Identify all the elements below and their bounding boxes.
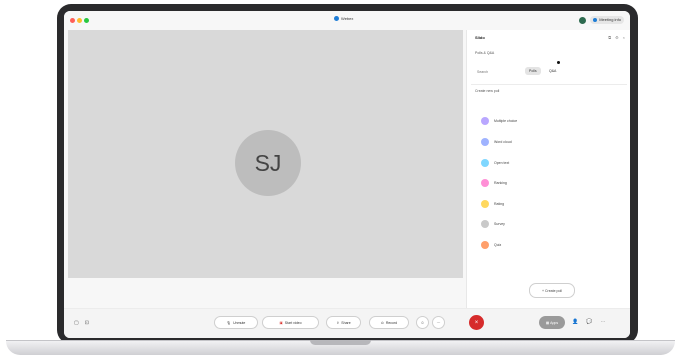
- reactions-button[interactable]: ☺: [416, 316, 429, 329]
- option-label: Open text: [494, 161, 510, 165]
- participant-initials: SJ: [254, 149, 282, 176]
- record-label: Record: [385, 320, 398, 325]
- option-label: Survey: [494, 222, 505, 226]
- option-quiz[interactable]: Quiz: [481, 241, 501, 249]
- panel-actions: ⧉ ⚙ ×: [608, 35, 625, 40]
- header-right: Meeting info: [579, 16, 624, 24]
- meeting-info-button[interactable]: Meeting info: [590, 16, 624, 24]
- create-poll-button[interactable]: + Create poll: [529, 283, 575, 298]
- cursor-indicator: [557, 61, 560, 64]
- open-text-icon: [481, 159, 489, 167]
- panel-title: Slido: [475, 35, 485, 40]
- unmute-button[interactable]: 🎙 Unmute: [214, 316, 258, 329]
- title-bar: Webex Meeting info: [64, 11, 630, 31]
- multiple-choice-icon: [481, 117, 489, 125]
- app-title: Webex: [334, 16, 353, 21]
- option-open-text[interactable]: Open text: [481, 159, 509, 167]
- record-icon: ⊙: [380, 320, 384, 325]
- tab-qna[interactable]: Q&A: [545, 67, 560, 75]
- unmute-label: Unmute: [233, 320, 246, 325]
- start-video-label: Start video: [284, 320, 302, 325]
- option-label: Ranking: [494, 181, 507, 185]
- close-window-button[interactable]: [70, 18, 75, 23]
- option-survey[interactable]: Survey: [481, 220, 505, 228]
- option-multiple-choice[interactable]: Multiple choice: [481, 117, 517, 125]
- share-label: Share: [341, 320, 351, 325]
- survey-icon: [481, 220, 489, 228]
- popout-icon[interactable]: ⧉: [608, 35, 611, 40]
- maximize-window-button[interactable]: [84, 18, 89, 23]
- toolbar-left: ▢ ⊡: [74, 320, 89, 326]
- end-call-button[interactable]: ×: [469, 315, 484, 330]
- chat-icon[interactable]: 💬: [586, 319, 592, 325]
- participant-avatar: SJ: [235, 130, 301, 196]
- webex-logo-icon: [334, 16, 339, 21]
- layout-icon[interactable]: ▢: [74, 320, 79, 326]
- share-icon: ⇪: [336, 320, 340, 325]
- share-button[interactable]: ⇪ Share: [326, 316, 361, 329]
- word-cloud-icon: [481, 138, 489, 146]
- microphone-icon: 🎙: [226, 320, 232, 325]
- settings-icon[interactable]: ⚙: [615, 35, 619, 40]
- option-label: Multiple choice: [494, 119, 518, 123]
- record-button[interactable]: ⊙ Record: [369, 316, 409, 329]
- laptop-notch: [310, 340, 371, 345]
- start-video-button[interactable]: ▣ Start video: [262, 316, 319, 329]
- option-ranking[interactable]: Ranking: [481, 179, 507, 187]
- more-options-icon[interactable]: ⋯: [600, 319, 605, 325]
- option-label: Rating: [494, 202, 505, 206]
- apps-label: Apps: [550, 320, 559, 325]
- close-icon: ×: [474, 319, 479, 326]
- panel-subtitle: Polls & Q&A: [475, 51, 495, 55]
- more-button[interactable]: ⋯: [432, 316, 445, 329]
- user-avatar-icon[interactable]: [579, 16, 587, 24]
- rating-icon: [481, 200, 489, 208]
- panel-controls: Polls Q&A: [475, 61, 623, 78]
- option-rating[interactable]: Rating: [481, 200, 504, 208]
- option-label: Word cloud: [494, 140, 512, 144]
- create-poll-label: + Create poll: [542, 288, 562, 293]
- close-panel-icon[interactable]: ×: [623, 35, 625, 40]
- search-input[interactable]: [475, 66, 524, 78]
- option-word-cloud[interactable]: Word cloud: [481, 138, 512, 146]
- quiz-icon: [481, 241, 489, 249]
- apps-icon: ▦: [545, 320, 550, 325]
- meeting-info-label: Meeting info: [599, 17, 621, 22]
- captions-icon[interactable]: ⊡: [85, 320, 89, 326]
- apps-button[interactable]: ▦ Apps: [539, 316, 565, 329]
- minimize-window-button[interactable]: [77, 18, 82, 23]
- more-icon: ⋯: [436, 320, 441, 325]
- ranking-icon: [481, 179, 489, 187]
- app-window: Webex Meeting info SJ Slido ⧉ ⚙ × Polls …: [64, 11, 630, 338]
- video-off-icon: ▣: [279, 320, 283, 325]
- video-stage: SJ: [68, 30, 463, 278]
- tab-polls[interactable]: Polls: [525, 67, 541, 75]
- slido-panel: Slido ⧉ ⚙ × Polls & Q&A Polls Q&A Create…: [466, 30, 630, 308]
- app-title-text: Webex: [341, 16, 354, 21]
- info-icon: [593, 18, 598, 22]
- section-title: Create new poll: [475, 89, 500, 93]
- panel-divider: [471, 84, 627, 85]
- option-label: Quiz: [494, 243, 502, 247]
- meeting-toolbar: ▢ ⊡ 🎙 Unmute ▣ Start video ⇪ Share ⊙ Rec…: [64, 308, 630, 338]
- toolbar-right: 👤 💬 ⋯: [572, 319, 605, 325]
- reactions-icon: ☺: [420, 320, 425, 325]
- participants-icon[interactable]: 👤: [572, 319, 578, 325]
